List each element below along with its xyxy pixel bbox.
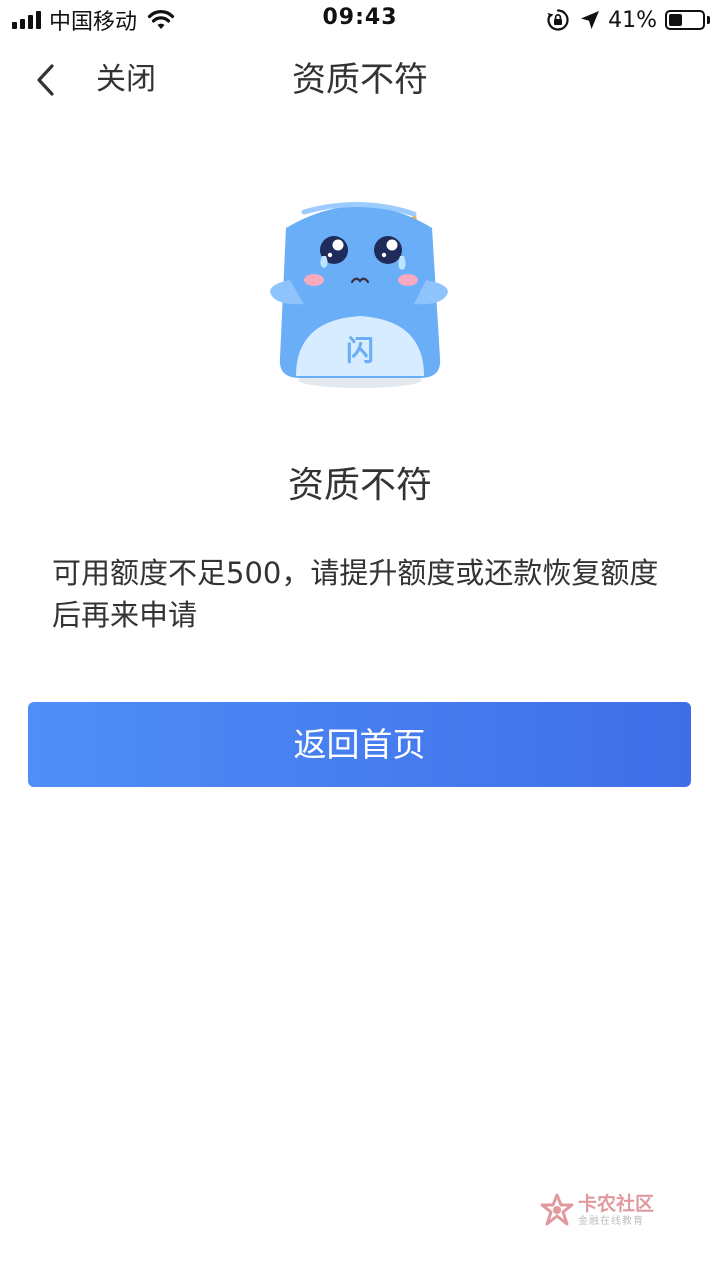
watermark-name: 卡农社区 <box>578 1192 655 1215</box>
watermark: 卡农社区 金融在线教育 <box>540 1190 670 1230</box>
location-arrow-icon <box>581 11 600 29</box>
battery-icon <box>665 10 705 30</box>
kanong-logo-icon <box>540 1193 574 1226</box>
nav-bar: 关闭 资质不符 <box>0 40 720 122</box>
status-bar: 中国移动 09:43 41% <box>0 0 720 40</box>
battery-percent: 41% <box>608 7 657 33</box>
return-home-button[interactable]: 返回首页 <box>28 702 691 787</box>
battery-level-fill <box>669 14 682 26</box>
watermark-text: 卡农社区 金融在线教育 <box>578 1193 654 1228</box>
battery-cap <box>707 16 710 24</box>
watermark-tagline: 金融在线教育 <box>578 1215 644 1227</box>
back-button[interactable] <box>28 60 64 100</box>
app-screen: 中国移动 09:43 41% 关闭 资质不符 闪 资质不符 可用额度不足500，… <box>0 0 720 1280</box>
chevron-left-icon <box>37 64 54 96</box>
result-message: 可用额度不足500，请提升额度或还款恢复额度后再来申请 <box>52 556 659 632</box>
mascot-badge-text: 闪 <box>346 334 374 367</box>
result-title: 资质不符 <box>287 465 432 506</box>
rotation-lock-icon <box>547 9 569 31</box>
crying-mascot-icon: 闪 <box>270 201 448 388</box>
close-button[interactable]: 关闭 <box>96 60 156 100</box>
status-bar-right: 41% <box>546 6 710 34</box>
